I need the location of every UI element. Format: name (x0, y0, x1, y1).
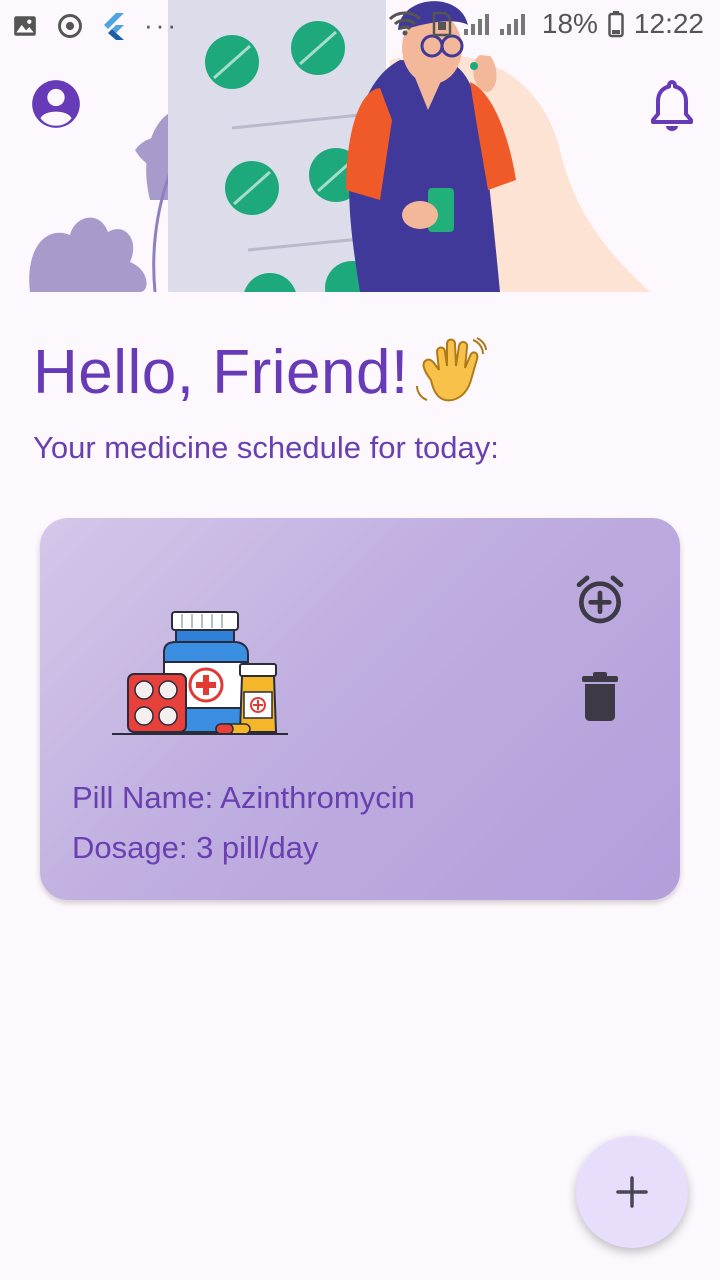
delete-icon (582, 672, 618, 721)
bell-icon (651, 80, 693, 131)
flutter-icon (104, 12, 124, 40)
image-icon (14, 15, 36, 36)
account-circle-icon (32, 80, 80, 128)
schedule-subtitle: Your medicine schedule for today: (33, 430, 499, 465)
pill-name: Pill Name: Azinthromycin (72, 780, 415, 815)
medicine-card[interactable]: Pill Name: Azinthromycin Dosage: 3 pill/… (40, 518, 680, 900)
sim-icon (432, 11, 452, 37)
delete-button[interactable] (580, 670, 620, 722)
medicine-bottles-icon (112, 611, 288, 735)
add-alarm-button[interactable] (572, 572, 628, 628)
signal-icon (463, 14, 525, 35)
alarm-add-icon (576, 575, 624, 624)
wifi-icon (388, 11, 421, 36)
battery-percent: 18% (541, 8, 598, 39)
more-icon: ··· (144, 10, 179, 40)
battery-icon (608, 11, 624, 38)
clock: 12:22 (633, 8, 704, 39)
plus-icon (616, 1176, 648, 1208)
add-medicine-button[interactable] (576, 1136, 688, 1248)
profile-button[interactable] (30, 78, 82, 130)
pill-dosage: Dosage: 3 pill/day (72, 830, 319, 865)
greeting-text: Hello, Friend! (33, 337, 409, 407)
sync-icon (58, 13, 82, 38)
status-bar: ··· 18% 12:22 (0, 0, 720, 50)
page-title: Hello, Friend! (33, 336, 487, 408)
waving-hand-icon (415, 337, 487, 402)
notifications-button[interactable] (650, 78, 694, 132)
